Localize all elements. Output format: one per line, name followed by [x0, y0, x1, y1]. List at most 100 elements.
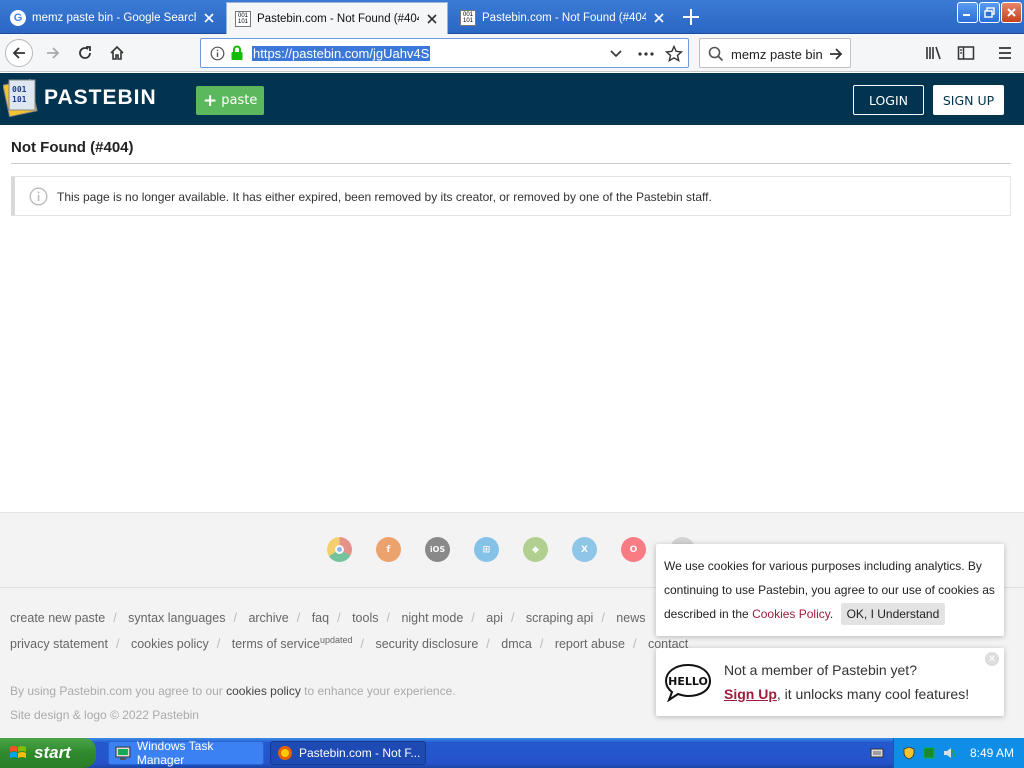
footer-link-syntax-languages[interactable]: syntax languages	[128, 611, 225, 625]
start-button[interactable]: start	[0, 738, 96, 768]
footer-link-report-abuse[interactable]: report abuse	[555, 637, 625, 651]
home-icon	[110, 45, 124, 60]
close-icon[interactable]	[425, 12, 439, 26]
footer-link-archive[interactable]: archive	[248, 611, 288, 625]
site-header: 001 101 PASTEBIN + paste LOGIN SIGN UP	[0, 73, 1024, 125]
tab-google-search[interactable]: G memz paste bin - Google Search	[2, 2, 224, 34]
forward-arrow-icon	[47, 47, 60, 59]
footer-link-tools[interactable]: tools	[352, 611, 378, 625]
chevron-down-icon[interactable]	[609, 48, 623, 60]
footer-link-api[interactable]: api	[486, 611, 503, 625]
footer-link-scraping-api[interactable]: scraping api	[526, 611, 593, 625]
paste-label: paste	[221, 93, 258, 108]
cookie-period: .	[829, 607, 834, 621]
taskbar-clock[interactable]: 8:49 AM	[970, 746, 1014, 760]
forward-button[interactable]	[39, 39, 67, 67]
more-dots-icon[interactable]	[637, 48, 655, 60]
home-button[interactable]	[103, 39, 131, 67]
tab-title: Pastebin.com - Not Found (#404)	[482, 12, 646, 24]
close-icon[interactable]	[652, 11, 666, 25]
new-paste-button[interactable]: + paste	[196, 86, 264, 115]
terms-label: terms of service	[231, 637, 320, 652]
divider	[11, 163, 1011, 164]
cookie-consent-popup: We use cookies for various purposes incl…	[656, 544, 1004, 636]
search-icon	[708, 46, 724, 62]
footer-links-row1: create new paste / syntax languages / arch…	[10, 611, 646, 625]
hello-speech-bubble-icon: HELLO	[664, 663, 712, 702]
network-icon[interactable]	[922, 746, 936, 760]
tab-title: Pastebin.com - Not Found (#404)	[257, 12, 419, 25]
library-icon[interactable]	[925, 45, 943, 61]
windows-icon[interactable]: ⊞	[474, 537, 499, 562]
volume-icon[interactable]	[942, 746, 956, 760]
pastebin-icon: 001 101	[460, 10, 476, 26]
tab-title: memz paste bin - Google Search	[32, 12, 196, 24]
url-text[interactable]: https://pastebin.com/jgUahv4S	[252, 46, 431, 61]
signup-button[interactable]: SIGN UP	[933, 85, 1004, 115]
signup-link[interactable]: Sign Up	[724, 686, 777, 702]
security-shield-icon[interactable]	[902, 746, 916, 760]
browser-nav-bar: https://pastebin.com/jgUahv4S memz paste…	[0, 34, 1024, 72]
footer-link-news[interactable]: news	[616, 611, 645, 625]
footer-link-faq[interactable]: faq	[312, 611, 329, 625]
minimize-button[interactable]	[957, 2, 978, 23]
footer-link-security-disclosure[interactable]: security disclosure	[375, 637, 478, 651]
brand-name[interactable]: PASTEBIN	[44, 86, 157, 110]
windows-flag-icon	[10, 746, 26, 758]
opera-icon[interactable]: O	[621, 537, 646, 562]
keyboard-icon[interactable]	[870, 746, 884, 760]
x-icon[interactable]: X	[572, 537, 597, 562]
svg-text:101: 101	[12, 95, 27, 104]
search-input[interactable]: memz paste bin	[731, 47, 823, 62]
cookies-policy-link[interactable]: Cookies Policy	[752, 607, 830, 621]
taskbar-item-label: Pastebin.com - Not F...	[299, 746, 421, 760]
tab-pastebin-2[interactable]: 001 101 Pastebin.com - Not Found (#404)	[452, 2, 674, 34]
footer-link-privacy-statement[interactable]: privacy statement	[10, 637, 108, 651]
reload-button[interactable]	[71, 39, 99, 67]
pastebin-icon: 001 101	[235, 10, 251, 27]
back-button[interactable]	[5, 39, 33, 67]
taskbar-item-firefox[interactable]: Pastebin.com - Not F...	[270, 741, 426, 765]
notice-box: This page is no longer available. It has…	[11, 176, 1011, 216]
app-icons-row: f iOS ⊞ ◆ X O ?	[327, 537, 695, 562]
go-arrow-icon[interactable]	[828, 46, 844, 62]
info-icon[interactable]	[210, 46, 225, 61]
plus-icon: +	[203, 90, 218, 111]
close-icon[interactable]	[202, 11, 216, 25]
footer-link-terms-of-service[interactable]: terms of serviceupdated	[231, 635, 353, 652]
browser-tab-strip: G memz paste bin - Google Search 001 101 …	[0, 0, 1024, 34]
new-tab-plus-icon[interactable]	[678, 4, 704, 30]
taskbar-item-task-manager[interactable]: Windows Task Manager	[108, 739, 264, 767]
bookmark-star-icon[interactable]	[665, 45, 683, 63]
hello-text: HELLO	[668, 675, 708, 688]
cookie-agree-text: By using Pastebin.com you agree to our c…	[10, 684, 456, 698]
hamburger-menu-icon[interactable]	[997, 45, 1013, 61]
firefox-icon	[278, 746, 292, 760]
android-icon[interactable]: ◆	[523, 537, 548, 562]
footer-link-night-mode[interactable]: night mode	[401, 611, 463, 625]
footer-link-cookies-policy[interactable]: cookies policy	[131, 637, 209, 651]
footer-link-dmca[interactable]: dmca	[501, 637, 532, 651]
ios-icon[interactable]: iOS	[425, 537, 450, 562]
cookie-ok-button[interactable]: OK, I Understand	[840, 603, 946, 625]
close-icon[interactable]: ✕	[985, 652, 999, 666]
restore-button[interactable]	[979, 2, 1000, 23]
member-question: Not a member of Pastebin yet?	[724, 662, 917, 678]
back-arrow-icon	[12, 47, 25, 59]
page-title: Not Found (#404)	[11, 139, 134, 156]
task-manager-icon	[115, 746, 131, 760]
footer-link-create-new-paste[interactable]: create new paste	[10, 611, 105, 625]
url-bar[interactable]: https://pastebin.com/jgUahv4S	[200, 38, 689, 68]
sidebar-icon[interactable]	[957, 45, 975, 61]
cookies-policy-link[interactable]: cookies policy	[226, 684, 301, 698]
tab-pastebin-active[interactable]: 001 101 Pastebin.com - Not Found (#404)	[226, 2, 448, 34]
firefox-icon[interactable]: f	[376, 537, 401, 562]
close-window-button[interactable]	[1001, 2, 1022, 23]
chrome-icon[interactable]	[327, 537, 352, 562]
search-bar[interactable]: memz paste bin	[699, 38, 851, 68]
login-button[interactable]: LOGIN	[853, 85, 924, 115]
footer-links-row2: privacy statement / cookies policy / terms…	[10, 635, 689, 652]
member-cta: Sign Up, it unlocks many cool features!	[724, 686, 969, 702]
pastebin-logo[interactable]: 001 101	[3, 77, 39, 117]
info-circle-icon	[29, 187, 48, 206]
